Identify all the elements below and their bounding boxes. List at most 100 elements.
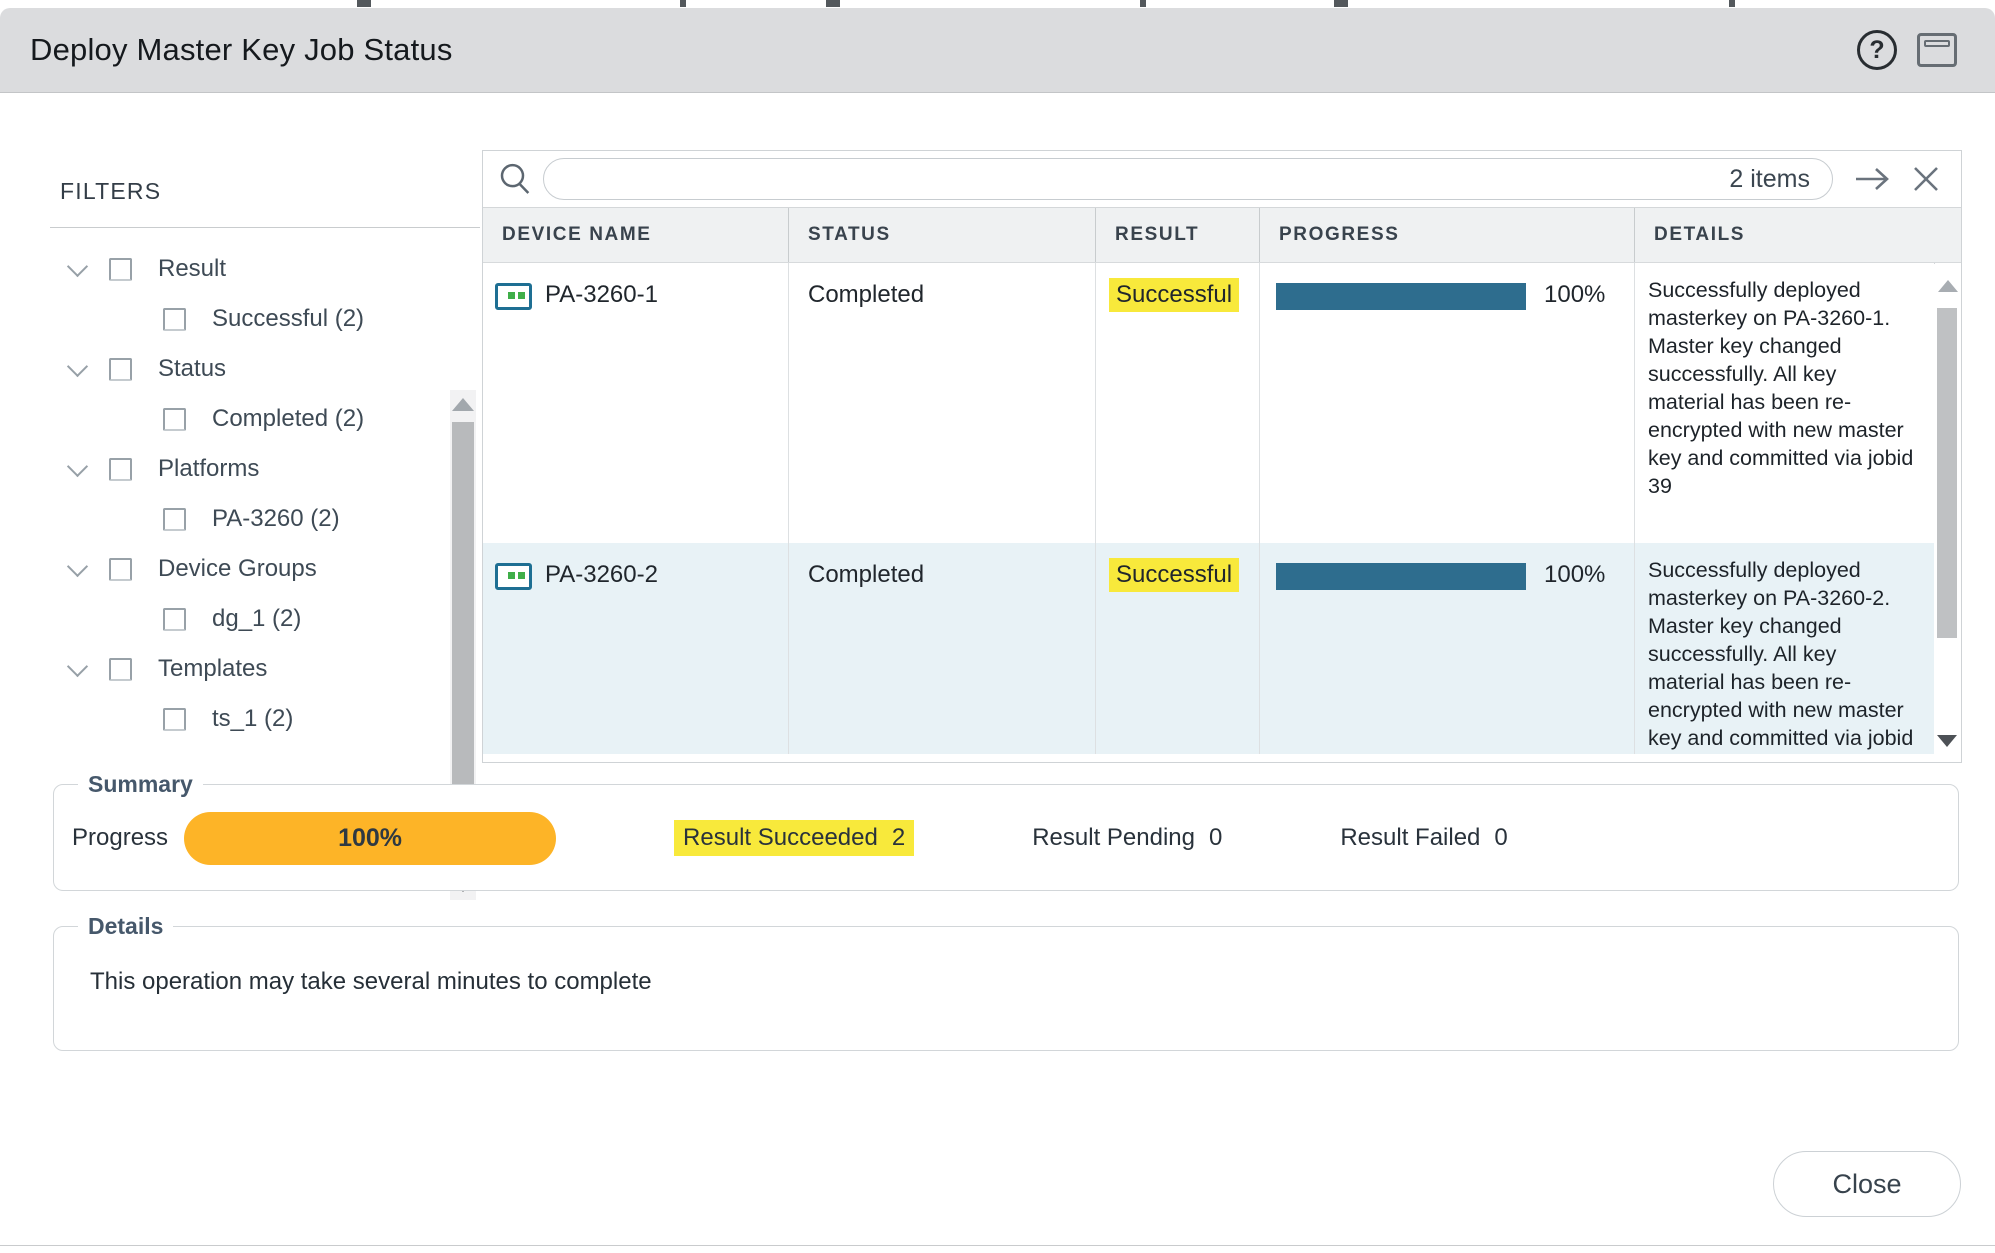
device-name: PA-3260-2 xyxy=(545,561,658,589)
result-failed-value: 0 xyxy=(1494,824,1507,851)
details-section: Details This operation may take several … xyxy=(53,913,1959,1051)
background-artifact xyxy=(680,0,686,7)
status-cell: Completed xyxy=(789,543,1096,754)
result-succeeded-label: Result Succeeded xyxy=(683,824,878,851)
table-body: PA-3260-1 Completed Successful 100% Succ… xyxy=(483,263,1961,754)
filter-group-platforms: Platforms xyxy=(50,444,480,494)
details-cell: Successfully deployed masterkey on PA-32… xyxy=(1635,263,1935,543)
chevron-down-icon[interactable] xyxy=(67,255,88,276)
scroll-up-icon[interactable] xyxy=(1938,280,1958,292)
filter-item-successful: Successful (2) xyxy=(50,294,480,344)
filter-checkbox[interactable] xyxy=(109,658,132,681)
clear-filter-x-icon[interactable] xyxy=(1911,164,1941,194)
filter-group-label: Device Groups xyxy=(158,555,317,583)
filter-group-device-groups: Device Groups xyxy=(50,544,480,594)
chevron-down-icon[interactable] xyxy=(67,655,88,676)
table-search-row: 2 items xyxy=(483,151,1961,208)
filter-group-templates: Templates xyxy=(50,644,480,694)
filter-item-ts1: ts_1 (2) xyxy=(50,694,480,744)
filter-item-dg1: dg_1 (2) xyxy=(50,594,480,644)
details-legend: Details xyxy=(78,913,173,940)
filter-group-status: Status xyxy=(50,344,480,394)
search-input[interactable] xyxy=(566,165,1729,193)
filter-checkbox[interactable] xyxy=(109,558,132,581)
close-button[interactable]: Close xyxy=(1773,1151,1961,1217)
summary-row: Progress 100% Result Succeeded2 Result P… xyxy=(54,802,1958,874)
result-cell: Successful xyxy=(1096,543,1260,754)
firewall-device-icon xyxy=(495,283,532,310)
help-glyph: ? xyxy=(1869,36,1884,65)
table-row[interactable]: PA-3260-2 Completed Successful 100% Succ… xyxy=(483,543,1961,754)
chevron-down-icon[interactable] xyxy=(67,355,88,376)
scrollbar-thumb[interactable] xyxy=(452,422,474,792)
table-scrollbar[interactable] xyxy=(1934,264,1961,761)
result-pending-stat: Result Pending 0 xyxy=(1032,824,1222,852)
result-succeeded-stat: Result Succeeded 2 xyxy=(674,820,914,856)
job-status-table: 2 items DEVICE NAME STATUS RESULT PROGRE… xyxy=(482,150,1962,763)
device-name-cell: PA-3260-2 xyxy=(483,543,789,754)
chevron-down-icon[interactable] xyxy=(67,455,88,476)
titlebar-icons: ? xyxy=(1857,30,1957,70)
summary-progress-pill: 100% xyxy=(184,812,556,865)
progress-bar xyxy=(1276,563,1526,590)
apply-filter-arrow-icon[interactable] xyxy=(1853,164,1893,194)
filter-group-label: Templates xyxy=(158,655,267,683)
details-cell: Successfully deployed masterkey on PA-32… xyxy=(1635,543,1935,754)
filter-checkbox[interactable] xyxy=(163,308,186,331)
background-artifact xyxy=(1729,0,1735,7)
dialog-title: Deploy Master Key Job Status xyxy=(30,32,453,68)
result-highlight: Successful xyxy=(1109,558,1239,592)
filter-item-label: dg_1 (2) xyxy=(212,605,301,633)
deploy-master-key-job-status-dialog: Deploy Master Key Job Status ? FILTERS R… xyxy=(0,8,1995,1246)
filter-checkbox[interactable] xyxy=(163,408,186,431)
scrollbar-thumb[interactable] xyxy=(1937,308,1957,638)
help-icon[interactable]: ? xyxy=(1857,30,1897,70)
result-pending-label: Result Pending xyxy=(1032,824,1195,851)
firewall-device-icon xyxy=(495,563,532,590)
filter-item-label: ts_1 (2) xyxy=(212,705,293,733)
filter-item-completed: Completed (2) xyxy=(50,394,480,444)
filter-group-label: Result xyxy=(158,255,226,283)
column-header-device-name[interactable]: DEVICE NAME xyxy=(483,208,789,262)
column-header-progress[interactable]: PROGRESS xyxy=(1260,208,1635,262)
column-header-status[interactable]: STATUS xyxy=(789,208,1096,262)
scroll-up-icon[interactable] xyxy=(452,398,474,411)
filter-checkbox[interactable] xyxy=(109,458,132,481)
filters-panel: FILTERS Result Successful (2) Status Com… xyxy=(50,150,480,763)
progress-bar xyxy=(1276,283,1526,310)
filter-item-label: PA-3260 (2) xyxy=(212,505,340,533)
filter-checkbox[interactable] xyxy=(109,358,132,381)
progress-cell: 100% xyxy=(1260,263,1635,543)
progress-percent: 100% xyxy=(1544,561,1605,589)
column-header-details[interactable]: DETAILS xyxy=(1635,208,1961,262)
search-icon xyxy=(495,159,535,199)
result-cell: Successful xyxy=(1096,263,1260,543)
background-artifact xyxy=(826,0,840,7)
filter-tree: Result Successful (2) Status Completed (… xyxy=(50,228,480,744)
status-cell: Completed xyxy=(789,263,1096,543)
result-highlight: Successful xyxy=(1109,278,1239,312)
filter-checkbox[interactable] xyxy=(163,608,186,631)
column-header-result[interactable]: RESULT xyxy=(1096,208,1260,262)
result-pending-value: 0 xyxy=(1209,824,1222,851)
filter-checkbox[interactable] xyxy=(109,258,132,281)
filters-header: FILTERS xyxy=(50,150,480,205)
background-artifact xyxy=(1334,0,1348,7)
background-artifact xyxy=(1140,0,1146,7)
filter-checkbox[interactable] xyxy=(163,508,186,531)
chevron-down-icon[interactable] xyxy=(67,555,88,576)
table-row[interactable]: PA-3260-1 Completed Successful 100% Succ… xyxy=(483,263,1961,543)
filter-checkbox[interactable] xyxy=(163,708,186,731)
background-artifact xyxy=(357,0,371,7)
dialog-titlebar: Deploy Master Key Job Status ? xyxy=(0,8,1995,93)
scroll-down-icon[interactable] xyxy=(1937,735,1957,747)
filter-item-pa3260: PA-3260 (2) xyxy=(50,494,480,544)
result-succeeded-value: 2 xyxy=(892,824,905,851)
item-count-badge: 2 items xyxy=(1729,165,1810,194)
window-icon[interactable] xyxy=(1917,33,1957,67)
result-failed-label: Result Failed xyxy=(1340,824,1480,851)
summary-section: Summary Progress 100% Result Succeeded2 … xyxy=(53,771,1959,891)
progress-cell: 100% xyxy=(1260,543,1635,754)
summary-legend: Summary xyxy=(78,771,203,798)
device-name: PA-3260-1 xyxy=(545,281,658,309)
